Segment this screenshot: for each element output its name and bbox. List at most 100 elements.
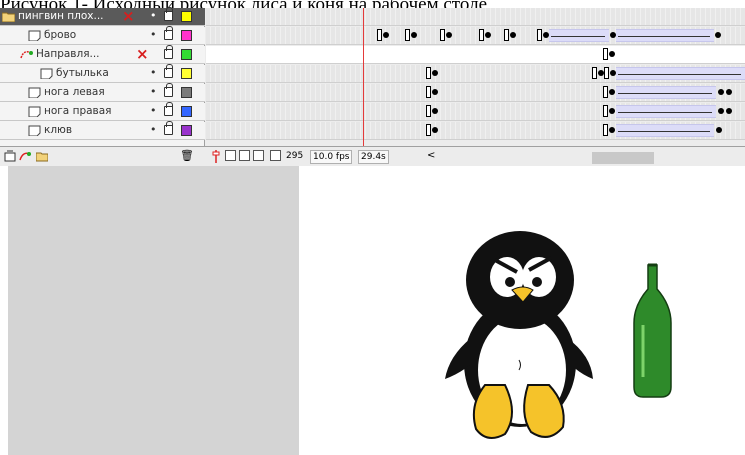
delete-icon[interactable]: × — [122, 7, 135, 25]
frame-row[interactable] — [206, 65, 745, 83]
keyframe-blank[interactable] — [426, 124, 431, 136]
keyframe-blank[interactable] — [603, 86, 608, 98]
keyframe-blank[interactable] — [604, 67, 609, 79]
center-frame-icon[interactable] — [211, 150, 221, 163]
keyframe[interactable] — [726, 108, 732, 114]
keyframe-blank[interactable] — [603, 48, 608, 60]
motion-tween[interactable] — [616, 86, 716, 99]
layer-color-swatch[interactable] — [181, 30, 192, 41]
eye-dot-icon[interactable]: • — [150, 85, 157, 98]
layer-row[interactable]: бутылька • — [0, 64, 205, 83]
penguin-with-bottle-illustration — [445, 231, 672, 439]
layer-name: нога левая — [44, 86, 105, 98]
lock-icon[interactable] — [164, 102, 173, 116]
frame-row[interactable] — [206, 27, 745, 45]
frame-row[interactable] — [206, 122, 745, 140]
layer-row-folder[interactable]: пингвин плох... × • — [0, 7, 205, 26]
motion-tween[interactable] — [616, 124, 714, 137]
eye-dot-icon[interactable]: • — [150, 123, 157, 136]
edit-multiple-frames-icon[interactable] — [253, 150, 264, 161]
keyframe-blank[interactable] — [440, 29, 445, 41]
layers-panel: пингвин плох... × • брово • Направля... … — [0, 7, 205, 166]
keyframe[interactable] — [510, 32, 516, 38]
keyframe[interactable] — [432, 89, 438, 95]
keyframe[interactable] — [715, 32, 721, 38]
layer-icon — [28, 87, 41, 98]
frame-row[interactable] — [206, 103, 745, 121]
motion-tween[interactable] — [616, 29, 714, 42]
keyframe[interactable] — [726, 89, 732, 95]
keyframe[interactable] — [718, 108, 724, 114]
motion-tween[interactable] — [616, 67, 745, 80]
keyframe[interactable] — [432, 108, 438, 114]
trash-icon[interactable]: 🗑 — [180, 149, 194, 162]
keyframe-blank[interactable] — [426, 105, 431, 117]
lock-icon[interactable] — [164, 83, 173, 97]
lock-icon[interactable] — [164, 45, 173, 59]
eye-dot-icon[interactable]: • — [150, 66, 157, 79]
keyframe-blank[interactable] — [537, 29, 542, 41]
scroll-left-button[interactable]: < — [427, 150, 435, 161]
layer-name: Направля... — [36, 48, 100, 60]
motion-tween[interactable] — [616, 105, 716, 118]
layer-row[interactable]: брово • — [0, 26, 205, 45]
layer-color-swatch[interactable] — [181, 125, 192, 136]
lock-icon[interactable] — [164, 26, 173, 40]
add-guide-icon[interactable] — [19, 150, 31, 162]
keyframe-blank[interactable] — [592, 67, 597, 79]
keyframe[interactable] — [609, 127, 615, 133]
lock-icon[interactable] — [164, 64, 173, 78]
layer-row[interactable]: клюв • — [0, 121, 205, 140]
keyframe[interactable] — [432, 127, 438, 133]
layer-row[interactable]: нога левая • — [0, 83, 205, 102]
lock-icon[interactable] — [164, 7, 173, 21]
layer-row[interactable]: нога правая • — [0, 102, 205, 121]
onion-skin-outline-icon[interactable] — [239, 150, 250, 161]
keyframe[interactable] — [609, 51, 615, 57]
keyframe[interactable] — [609, 108, 615, 114]
keyframe-blank[interactable] — [426, 67, 431, 79]
layer-color-swatch[interactable] — [181, 11, 192, 22]
keyframe[interactable] — [383, 32, 389, 38]
delete-icon[interactable]: × — [136, 45, 149, 63]
layer-color-swatch[interactable] — [181, 68, 192, 79]
frame-row[interactable] — [206, 84, 745, 102]
keyframe-blank[interactable] — [479, 29, 484, 41]
keyframe[interactable] — [716, 127, 722, 133]
lock-icon[interactable] — [164, 121, 173, 135]
keyframe-blank[interactable] — [504, 29, 509, 41]
modify-markers-icon[interactable] — [270, 150, 281, 161]
elapsed-time: 29.4s — [358, 150, 389, 164]
keyframe[interactable] — [446, 32, 452, 38]
keyframe-blank[interactable] — [426, 86, 431, 98]
add-folder-icon[interactable] — [36, 150, 48, 162]
add-layer-icon[interactable] — [4, 150, 16, 162]
layer-name: пингвин плох... — [18, 10, 104, 22]
keyframe[interactable] — [718, 89, 724, 95]
horizontal-scrollbar-thumb[interactable] — [592, 152, 654, 164]
layer-icon — [40, 68, 53, 79]
current-frame: 295 — [286, 151, 304, 161]
eye-dot-icon[interactable]: • — [150, 104, 157, 117]
layer-color-swatch[interactable] — [181, 49, 192, 60]
frame-row-guide[interactable] — [206, 46, 745, 64]
eye-dot-icon[interactable]: • — [150, 9, 157, 22]
motion-tween[interactable] — [549, 29, 609, 42]
keyframe[interactable] — [411, 32, 417, 38]
keyframe-blank[interactable] — [603, 105, 608, 117]
keyframe[interactable] — [609, 89, 615, 95]
eye-dot-icon[interactable]: • — [150, 28, 157, 41]
layer-color-swatch[interactable] — [181, 106, 192, 117]
keyframe-blank[interactable] — [377, 29, 382, 41]
keyframe[interactable] — [432, 70, 438, 76]
keyframe-blank[interactable] — [405, 29, 410, 41]
keyframe[interactable] — [485, 32, 491, 38]
playhead[interactable] — [363, 8, 364, 166]
layer-color-swatch[interactable] — [181, 87, 192, 98]
layer-row-guide[interactable]: Направля... × — [0, 45, 205, 64]
keyframe-blank[interactable] — [603, 124, 608, 136]
onion-skin-icon[interactable] — [225, 150, 236, 161]
frames-area[interactable] — [206, 8, 745, 166]
frame-row[interactable] — [206, 8, 745, 26]
layer-icon — [28, 125, 41, 136]
